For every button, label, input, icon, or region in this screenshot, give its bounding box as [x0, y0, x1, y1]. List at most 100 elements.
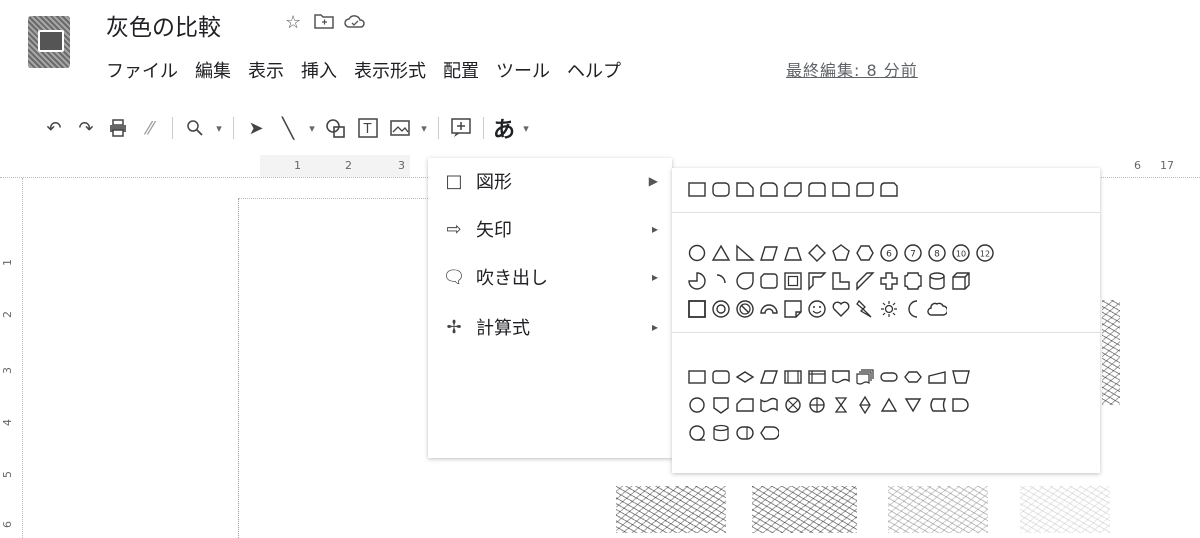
- flowchart-manual-operation-icon[interactable]: [950, 366, 972, 388]
- paint-format-icon[interactable]: ⁄⁄: [134, 113, 166, 143]
- flowchart-merge-icon[interactable]: [902, 394, 924, 416]
- image-icon[interactable]: [384, 113, 416, 143]
- texture-swatch-3[interactable]: [888, 486, 988, 533]
- trapezoid-icon[interactable]: [782, 242, 804, 264]
- cloud-status-icon[interactable]: [344, 12, 366, 35]
- donut-icon[interactable]: [710, 298, 732, 320]
- flowchart-document-icon[interactable]: [830, 366, 852, 388]
- flowchart-sort-icon[interactable]: [854, 394, 876, 416]
- menu-item-equation[interactable]: ✢ 計算式 ▸: [428, 312, 672, 342]
- flowchart-direct-access-icon[interactable]: [734, 422, 756, 444]
- pentagon-icon[interactable]: [830, 242, 852, 264]
- flowchart-manual-input-icon[interactable]: [926, 366, 948, 388]
- bevel-icon[interactable]: [686, 298, 708, 320]
- frame-icon[interactable]: [782, 270, 804, 292]
- menu-item-arrows[interactable]: ⇨ 矢印 ▸: [428, 214, 672, 244]
- flowchart-connector-icon[interactable]: [686, 394, 708, 416]
- round-same-side-rectangle-icon[interactable]: [806, 178, 828, 200]
- flowchart-magnetic-disk-icon[interactable]: [710, 422, 732, 444]
- l-shape-icon[interactable]: [830, 270, 852, 292]
- flowchart-summing-junction-icon[interactable]: [782, 394, 804, 416]
- menu-item-shapes[interactable]: □ 図形 ▶: [428, 166, 672, 196]
- last-edit-link[interactable]: 最終編集: 8 分前: [786, 57, 918, 81]
- menu-format[interactable]: 表示形式: [354, 57, 426, 83]
- flowchart-alternate-process-icon[interactable]: [710, 366, 732, 388]
- cloud-icon[interactable]: [926, 298, 948, 320]
- zoom-dropdown-icon[interactable]: ▾: [211, 113, 227, 143]
- menu-item-callouts[interactable]: 🗨 吹き出し ▸: [428, 262, 672, 292]
- input-tools-button[interactable]: あ: [490, 113, 518, 143]
- texture-swatch-4[interactable]: [1020, 486, 1110, 533]
- flowchart-multidocument-icon[interactable]: [854, 366, 876, 388]
- texture-swatch-1[interactable]: [616, 486, 726, 533]
- input-tools-dropdown-icon[interactable]: ▾: [518, 113, 534, 143]
- textbox-icon[interactable]: T: [352, 113, 384, 143]
- app-logo[interactable]: [28, 16, 70, 68]
- zoom-icon[interactable]: [179, 113, 211, 143]
- flowchart-card-icon[interactable]: [734, 394, 756, 416]
- teardrop-icon[interactable]: [734, 270, 756, 292]
- menu-insert[interactable]: 挿入: [301, 57, 337, 83]
- flowchart-data-icon[interactable]: [758, 366, 780, 388]
- round-top-rectangle-icon[interactable]: [758, 178, 780, 200]
- smiley-face-icon[interactable]: [806, 298, 828, 320]
- arc-icon[interactable]: [710, 270, 732, 292]
- flowchart-delay-icon[interactable]: [950, 394, 972, 416]
- flowchart-internal-storage-icon[interactable]: [806, 366, 828, 388]
- move-to-folder-icon[interactable]: [314, 12, 334, 35]
- menu-help[interactable]: ヘルプ: [567, 57, 621, 83]
- flowchart-offpage-connector-icon[interactable]: [710, 394, 732, 416]
- chord-icon[interactable]: [758, 270, 780, 292]
- star-icon[interactable]: ☆: [285, 12, 301, 33]
- heptagon-7-icon[interactable]: 7: [902, 242, 924, 264]
- parallelogram-icon[interactable]: [758, 242, 780, 264]
- folded-corner-icon[interactable]: [782, 298, 804, 320]
- cube-icon[interactable]: [950, 270, 972, 292]
- flowchart-terminator-icon[interactable]: [878, 366, 900, 388]
- undo-icon[interactable]: ↶: [38, 113, 70, 143]
- triangle-icon[interactable]: [710, 242, 732, 264]
- flowchart-process-icon[interactable]: [686, 366, 708, 388]
- half-frame-icon[interactable]: [806, 270, 828, 292]
- comment-icon[interactable]: [445, 113, 477, 143]
- line-icon[interactable]: ╲: [272, 113, 304, 143]
- flowchart-preparation-icon[interactable]: [902, 366, 924, 388]
- dodecagon-icon[interactable]: 12: [974, 242, 996, 264]
- texture-swatch-2[interactable]: [752, 486, 857, 533]
- select-icon[interactable]: ➤: [240, 113, 272, 143]
- sun-icon[interactable]: [878, 298, 900, 320]
- snip-diagonal-rectangle-icon[interactable]: [782, 178, 804, 200]
- ellipse-icon[interactable]: [686, 242, 708, 264]
- snip-corner-rectangle-icon[interactable]: [734, 178, 756, 200]
- octagon-icon[interactable]: 8: [926, 242, 948, 264]
- print-icon[interactable]: [102, 113, 134, 143]
- can-icon[interactable]: [926, 270, 948, 292]
- rounded-rectangle-icon[interactable]: [710, 178, 732, 200]
- diamond-icon[interactable]: [806, 242, 828, 264]
- menu-file[interactable]: ファイル: [106, 57, 178, 83]
- block-arc-icon[interactable]: [758, 298, 780, 320]
- round-diagonal-rectangle-icon[interactable]: [854, 178, 876, 200]
- pie-icon[interactable]: [686, 270, 708, 292]
- heart-icon[interactable]: [830, 298, 852, 320]
- flowchart-sequential-access-icon[interactable]: [686, 422, 708, 444]
- diagonal-stripe-icon[interactable]: [854, 270, 876, 292]
- heptagon-icon[interactable]: 6: [878, 242, 900, 264]
- flowchart-or-icon[interactable]: [806, 394, 828, 416]
- menu-arrange[interactable]: 配置: [443, 57, 479, 83]
- rectangle-icon[interactable]: [686, 178, 708, 200]
- image-dropdown-icon[interactable]: ▾: [416, 113, 432, 143]
- flowchart-predefined-process-icon[interactable]: [782, 366, 804, 388]
- menu-edit[interactable]: 編集: [195, 57, 231, 83]
- flowchart-extract-icon[interactable]: [878, 394, 900, 416]
- menu-view[interactable]: 表示: [248, 57, 284, 83]
- redo-icon[interactable]: ↷: [70, 113, 102, 143]
- no-symbol-icon[interactable]: [734, 298, 756, 320]
- plaque-icon[interactable]: [902, 270, 924, 292]
- decagon-icon[interactable]: 10: [950, 242, 972, 264]
- snip-round-rectangle-icon[interactable]: [878, 178, 900, 200]
- lightning-bolt-icon[interactable]: [854, 298, 876, 320]
- right-triangle-icon[interactable]: [734, 242, 756, 264]
- flowchart-display-icon[interactable]: [758, 422, 780, 444]
- plus-shape-icon[interactable]: [878, 270, 900, 292]
